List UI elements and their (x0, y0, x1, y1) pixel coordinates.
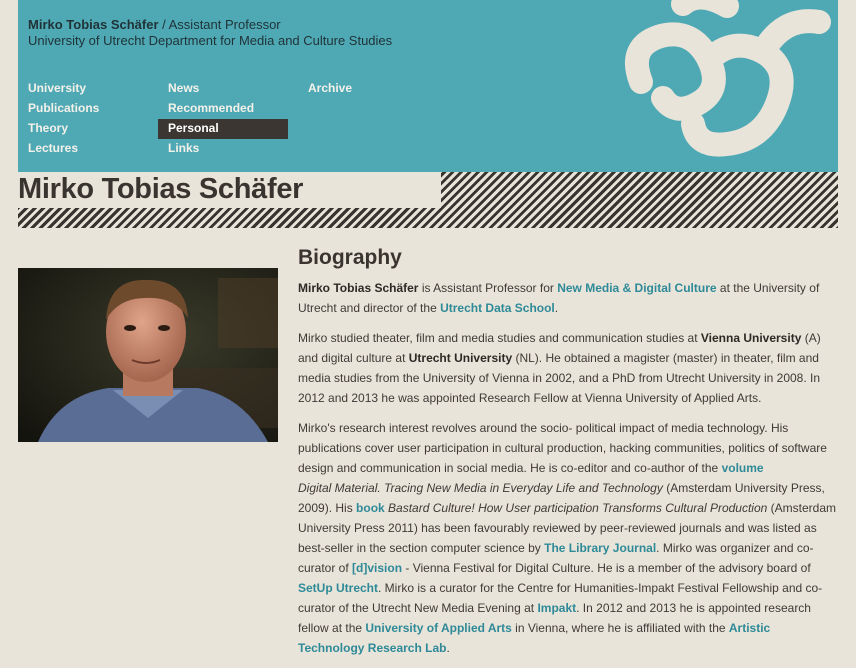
bio-paragraph-3: Mirko's research interest revolves aroun… (298, 418, 838, 658)
text: Mirko studied theater, film and media st… (298, 331, 701, 345)
biography-heading: Biography (298, 246, 402, 269)
portrait-photo (18, 268, 278, 442)
nav-column-3: Archive (298, 79, 418, 99)
text: - Vienna Festival for Digital Culture. H… (402, 561, 811, 575)
link-university-applied-arts[interactable]: University of Applied Arts (365, 621, 511, 635)
nav-personal[interactable]: Personal (158, 119, 288, 139)
bio-paragraph-1: Mirko Tobias Schäfer is Assistant Profes… (298, 278, 838, 318)
link-utrecht-data-school[interactable]: Utrecht Data School (440, 301, 555, 315)
header-name: Mirko Tobias Schäfer (28, 17, 159, 32)
link-book[interactable]: book (356, 501, 385, 515)
text: in Vienna, where he is affiliated with t… (511, 621, 729, 635)
nav-publications[interactable]: Publications (18, 99, 138, 119)
nav-theory[interactable]: Theory (18, 119, 138, 139)
title-digital-material: Digital Material. Tracing New Media in E… (298, 481, 663, 495)
text: . (554, 301, 559, 315)
vienna-university: Vienna University (700, 331, 802, 345)
title-bar: Mirko Tobias Schäfer (18, 172, 838, 228)
link-dvision[interactable]: [d]vision (352, 561, 402, 575)
link-volume[interactable]: volume (722, 461, 764, 475)
header-department: University of Utrecht Department for Med… (28, 33, 393, 48)
nav-lectures[interactable]: Lectures (18, 139, 138, 159)
nav-archive[interactable]: Archive (298, 79, 418, 99)
nav-university[interactable]: University (18, 79, 138, 99)
utrecht-university: Utrecht University (408, 351, 513, 365)
header-slash: / (158, 17, 169, 32)
link-library-journal[interactable]: The Library Journal (544, 541, 656, 555)
site-identity: Mirko Tobias Schäfer / Assistant Profess… (28, 17, 392, 49)
site-header: Mirko Tobias Schäfer / Assistant Profess… (18, 0, 838, 172)
text: . (446, 641, 450, 655)
nav-news[interactable]: News (158, 79, 278, 99)
header-role: Assistant Professor (168, 17, 281, 32)
link-impakt[interactable]: Impakt (537, 601, 576, 615)
site-logo (625, 0, 831, 157)
biography-section: Biography Mirko Tobias Schäfer is Assist… (298, 244, 838, 668)
page-title: Mirko Tobias Schäfer (18, 173, 304, 205)
bio-paragraph-2: Mirko studied theater, film and media st… (298, 328, 838, 408)
text: is Assistant Professor for (418, 281, 558, 295)
nav-column-1: University Publications Theory Lectures (18, 79, 138, 159)
nav-column-2: News Recommended Personal Links (158, 79, 288, 159)
link-new-media-digital-culture[interactable]: New Media & Digital Culture (557, 281, 716, 295)
nav-links[interactable]: Links (158, 139, 278, 159)
title-bastard-culture: Bastard Culture! How User participation … (388, 501, 768, 515)
title-box: Mirko Tobias Schäfer (18, 172, 441, 208)
bio-name: Mirko Tobias Schäfer (298, 281, 419, 295)
link-setup-utrecht[interactable]: SetUp Utrecht (298, 581, 378, 595)
nav-recommended[interactable]: Recommended (158, 99, 278, 119)
